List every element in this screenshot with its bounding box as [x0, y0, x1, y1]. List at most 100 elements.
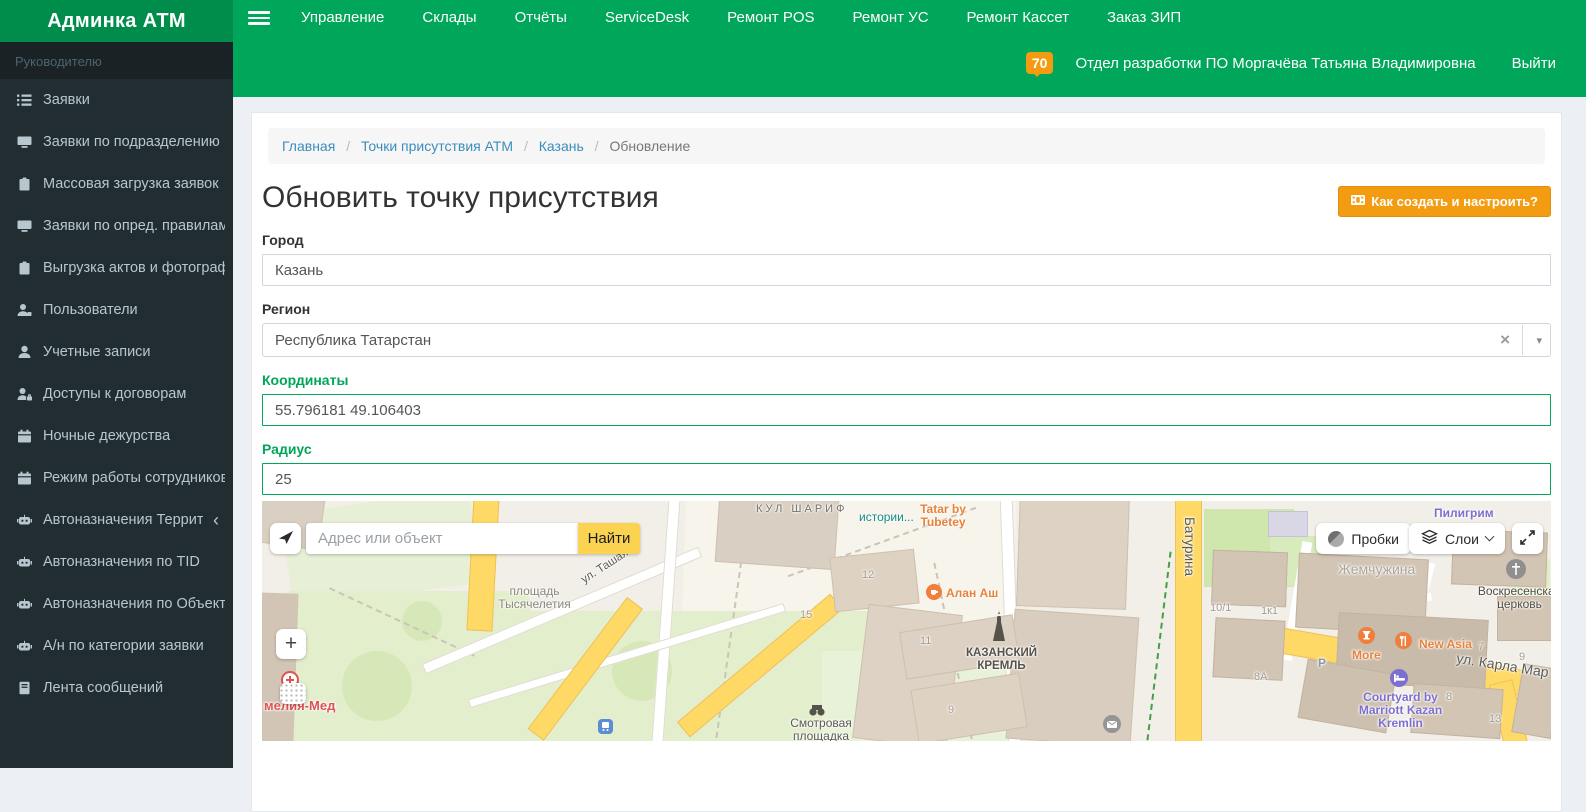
- wine-icon[interactable]: [1358, 627, 1375, 644]
- sidebar-item-lenta-soobshcheniy[interactable]: Лента сообщений: [0, 667, 233, 709]
- breadcrumb-separator: /: [594, 138, 599, 154]
- sidebar-item-vygruzka-aktov[interactable]: Выгрузка актов и фотографи: [0, 247, 233, 289]
- map-label-parking: Р: [1318, 656, 1327, 670]
- church-cross-icon: [1506, 559, 1526, 579]
- nav-item-remont-kasset[interactable]: Ремонт Кассет: [948, 0, 1088, 36]
- bed-icon[interactable]: [1390, 669, 1408, 687]
- map[interactable]: КУЛ ШАРИФ истории... Tatar by Tubetey Алан …: [262, 501, 1551, 741]
- map-label-baturina: Батурина: [1182, 517, 1197, 577]
- content-card: Главная / Точки присутствия АТМ / Казань…: [251, 112, 1562, 812]
- logout-link[interactable]: Выйти: [1512, 55, 1556, 72]
- sidebar-item-an-po-kategorii[interactable]: А/н по категории заявки: [0, 625, 233, 667]
- page-title: Обновить точку присутствия: [262, 181, 659, 214]
- calendar-icon: [15, 471, 33, 485]
- sidebar-item-label: Пользователи: [43, 302, 138, 318]
- nav-item-otchety[interactable]: Отчёты: [496, 0, 586, 36]
- map-label-zhemchuzhina: Жемчужина: [1338, 561, 1416, 577]
- clear-icon[interactable]: ×: [1500, 330, 1510, 350]
- layers-icon: [1420, 529, 1438, 548]
- nav-item-upravlenie[interactable]: Управление: [282, 0, 403, 36]
- select-divider: [1522, 325, 1523, 355]
- city-label: Город: [262, 232, 304, 248]
- sidebar-item-zayavki-po-podrazdeleniyu[interactable]: Заявки по подразделению: [0, 121, 233, 163]
- layers-button-label: Слои: [1444, 530, 1479, 547]
- city-input[interactable]: [262, 254, 1551, 286]
- nav-item-remont-us[interactable]: Ремонт УС: [834, 0, 948, 36]
- sidebar-item-uchetnye-zapisi[interactable]: Учетные записи: [0, 331, 233, 373]
- fullscreen-icon: [1520, 529, 1535, 548]
- cafe-icon[interactable]: [926, 584, 942, 600]
- breadcrumb-separator: /: [346, 138, 351, 154]
- region-select[interactable]: Республика Татарстан × ▾: [262, 323, 1551, 357]
- nav-item-zakaz-zip[interactable]: Заказ ЗИП: [1088, 0, 1200, 36]
- clipboard-icon: [15, 261, 33, 275]
- nav-item-remont-pos[interactable]: Ремонт POS: [708, 0, 833, 36]
- brand[interactable]: Админка АТМ: [0, 0, 233, 42]
- region-selected-value: Республика Татарстан: [275, 331, 432, 349]
- layers-button[interactable]: Слои: [1408, 523, 1505, 554]
- geolocation-icon: [278, 529, 294, 548]
- clipboard-icon: [15, 177, 33, 191]
- binoculars-icon: [808, 705, 826, 716]
- top-menu: Управление Склады Отчёты ServiceDesk Рем…: [282, 0, 1200, 36]
- map-label-alan-ash: Алан Аш: [946, 586, 999, 600]
- nav-item-servicedesk[interactable]: ServiceDesk: [586, 0, 708, 36]
- map-label-building-13: 13: [1489, 713, 1502, 725]
- sidebar-item-massovaya-zagruzka[interactable]: Массовая загрузка заявок: [0, 163, 233, 205]
- restaurant-icon[interactable]: [1395, 632, 1412, 649]
- radius-input[interactable]: [262, 463, 1551, 495]
- map-label-building-9: 9: [948, 704, 955, 716]
- desktop-icon: [15, 219, 33, 233]
- zoom-in-button[interactable]: +: [276, 629, 306, 659]
- robot-icon: [15, 639, 33, 653]
- user-name[interactable]: Отдел разработки ПО Моргачёва Татьяна Вл…: [1075, 55, 1475, 72]
- sidebar-item-label: Автоназначения Террит.: [43, 512, 203, 528]
- sidebar-item-label: Автоназначения по TID: [43, 554, 200, 570]
- map-label-smotrovaya: Смотровая площадка: [790, 716, 852, 742]
- coordinates-label: Координаты: [262, 372, 349, 388]
- sidebar-item-label: Заявки по подразделению: [43, 134, 220, 150]
- sidebar-item-avtonaznacheniya-obekt[interactable]: Автоназначения по Объекту: [0, 583, 233, 625]
- sidebar-item-zayavki-po-pravilam[interactable]: Заявки по опред. правилам: [0, 205, 233, 247]
- sidebar-item-label: Заявки: [43, 92, 90, 108]
- fullscreen-button[interactable]: [1512, 523, 1543, 554]
- users-icon: [15, 303, 33, 317]
- sidebar-item-dostupy-k-dogovoram[interactable]: Доступы к договорам: [0, 373, 233, 415]
- map-search-input[interactable]: [306, 523, 578, 554]
- hamburger-icon[interactable]: [248, 4, 270, 32]
- sidebar-item-label: Заявки по опред. правилам: [43, 218, 225, 234]
- kremlin-tower-icon: [991, 611, 1007, 643]
- breadcrumb-home[interactable]: Главная: [282, 138, 335, 154]
- sidebar-item-zayavki[interactable]: Заявки: [0, 79, 233, 121]
- sidebar-item-polzovateli[interactable]: Пользователи: [0, 289, 233, 331]
- breadcrumb-points[interactable]: Точки присутствия АТМ: [361, 138, 513, 154]
- sidebar-item-label: А/н по категории заявки: [43, 638, 204, 654]
- sidebar-item-label: Выгрузка актов и фотографи: [43, 260, 225, 276]
- sidebar-menu: Заявки Заявки по подразделению Массовая …: [0, 79, 233, 709]
- help-button[interactable]: Как создать и настроить?: [1338, 186, 1551, 217]
- ruler-button[interactable]: [280, 683, 306, 704]
- journal-icon: [15, 681, 33, 695]
- radius-label: Радиус: [262, 441, 312, 457]
- breadcrumb-current: Обновление: [609, 138, 691, 154]
- geolocation-button[interactable]: [270, 523, 301, 554]
- sidebar-item-label: Доступы к договорам: [43, 386, 187, 402]
- nav-item-sklady[interactable]: Склады: [403, 0, 495, 36]
- sidebar-item-rezhim-raboty[interactable]: Режим работы сотрудников: [0, 457, 233, 499]
- map-label-building-7: 7: [1478, 641, 1485, 653]
- sidebar-item-avtonaznacheniya-territ[interactable]: Автоназначения Террит. ‹: [0, 499, 233, 541]
- chevron-down-icon[interactable]: ▾: [1536, 334, 1542, 347]
- map-label-courtyard-marriott: Courtyard by Marriott Kazan Kremlin: [1358, 690, 1443, 730]
- traffic-button[interactable]: Пробки: [1316, 523, 1411, 554]
- notification-badge[interactable]: 70: [1025, 52, 1054, 77]
- coordinates-input[interactable]: [262, 394, 1551, 426]
- navbar-user-row: 70 Отдел разработки ПО Моргачёва Татьяна…: [1025, 52, 1556, 77]
- map-search-button[interactable]: Найти: [578, 523, 640, 554]
- robot-icon: [15, 513, 33, 527]
- sidebar-item-label: Лента сообщений: [43, 680, 164, 696]
- sidebar-item-nochnye-dezhurstva[interactable]: Ночные дежурства: [0, 415, 233, 457]
- breadcrumb-city[interactable]: Казань: [539, 138, 584, 154]
- sidebar-item-avtonaznacheniya-tid[interactable]: Автоназначения по TID: [0, 541, 233, 583]
- map-label-building-1k1: 1к1: [1261, 605, 1279, 617]
- brand-title: Админка АТМ: [47, 9, 186, 32]
